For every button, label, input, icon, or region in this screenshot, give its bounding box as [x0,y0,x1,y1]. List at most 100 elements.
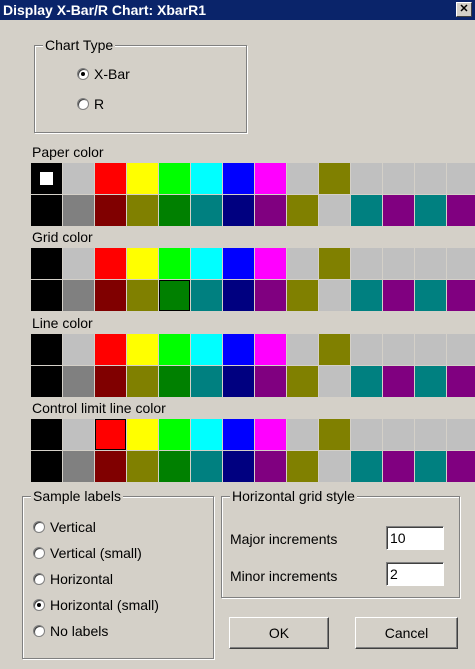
color-swatch[interactable] [63,163,94,194]
color-swatch[interactable] [447,280,475,311]
close-button[interactable]: ✕ [456,2,472,17]
color-swatch[interactable] [255,195,286,226]
color-swatch[interactable] [287,280,318,311]
color-swatch[interactable] [255,334,286,365]
color-swatch[interactable] [287,366,318,397]
color-swatch[interactable] [191,419,222,450]
color-swatch[interactable] [159,366,190,397]
color-swatch[interactable] [319,280,350,311]
color-swatch[interactable] [191,451,222,482]
color-swatch[interactable] [63,334,94,365]
color-swatch[interactable] [31,419,62,450]
color-swatch[interactable] [63,451,94,482]
color-swatch[interactable] [31,248,62,279]
color-swatch[interactable] [319,195,350,226]
radio-icon[interactable] [33,547,45,559]
color-swatch[interactable] [127,248,158,279]
color-swatch[interactable] [127,419,158,450]
color-swatch[interactable] [351,334,382,365]
color-swatch[interactable] [95,280,126,311]
color-swatch[interactable] [415,451,446,482]
color-swatch[interactable] [287,248,318,279]
color-swatch[interactable] [223,334,254,365]
color-swatch[interactable] [95,451,126,482]
color-swatch[interactable] [223,280,254,311]
color-swatch[interactable] [447,366,475,397]
color-swatch[interactable] [319,419,350,450]
color-swatch[interactable] [287,334,318,365]
color-swatch[interactable] [351,419,382,450]
color-swatch[interactable] [319,163,350,194]
sample-label-radio-horizontal[interactable]: Horizontal [33,570,113,588]
color-swatch[interactable] [31,163,62,194]
color-swatch[interactable] [383,195,414,226]
color-swatch[interactable] [127,334,158,365]
color-swatch[interactable] [383,334,414,365]
radio-icon[interactable] [77,98,89,110]
color-swatch[interactable] [159,451,190,482]
color-swatch[interactable] [31,366,62,397]
color-swatch[interactable] [191,195,222,226]
color-swatch[interactable] [255,366,286,397]
color-swatch[interactable] [415,163,446,194]
sample-label-radio-no-labels[interactable]: No labels [33,622,108,640]
color-swatch[interactable] [191,280,222,311]
color-swatch[interactable] [415,366,446,397]
color-swatch[interactable] [287,451,318,482]
color-swatch[interactable] [415,248,446,279]
color-swatch[interactable] [191,248,222,279]
color-swatch[interactable] [127,366,158,397]
color-swatch[interactable] [351,163,382,194]
color-swatch[interactable] [351,195,382,226]
color-swatch[interactable] [191,163,222,194]
sample-label-radio-horizontal-small[interactable]: Horizontal (small) [33,596,159,614]
color-swatch[interactable] [127,163,158,194]
color-swatch[interactable] [415,334,446,365]
color-swatch[interactable] [63,280,94,311]
color-swatch[interactable] [383,366,414,397]
color-swatch[interactable] [95,195,126,226]
color-swatch[interactable] [351,366,382,397]
color-swatch[interactable] [447,451,475,482]
color-swatch[interactable] [415,195,446,226]
color-swatch[interactable] [159,195,190,226]
ok-button[interactable]: OK [229,617,329,649]
color-swatch[interactable] [191,366,222,397]
minor-increments-input[interactable] [386,562,444,586]
color-swatch[interactable] [255,163,286,194]
color-swatch[interactable] [223,366,254,397]
color-swatch[interactable] [447,195,475,226]
color-swatch[interactable] [223,419,254,450]
color-swatch[interactable] [191,334,222,365]
color-swatch[interactable] [31,195,62,226]
color-swatch[interactable] [159,280,190,311]
color-swatch[interactable] [223,163,254,194]
color-swatch[interactable] [447,334,475,365]
color-swatch[interactable] [159,419,190,450]
cancel-button[interactable]: Cancel [355,617,458,649]
color-swatch[interactable] [415,280,446,311]
color-swatch[interactable] [319,248,350,279]
radio-icon[interactable] [33,521,45,533]
color-swatch[interactable] [319,334,350,365]
color-swatch[interactable] [223,451,254,482]
color-swatch[interactable] [223,248,254,279]
chart-type-radio-r[interactable]: R [77,95,104,113]
color-swatch[interactable] [255,280,286,311]
color-swatch[interactable] [63,248,94,279]
color-swatch[interactable] [447,163,475,194]
major-increments-input[interactable] [386,526,444,550]
color-swatch[interactable] [223,195,254,226]
color-swatch[interactable] [95,419,126,450]
sample-label-radio-vertical[interactable]: Vertical [33,518,96,536]
color-swatch[interactable] [287,419,318,450]
color-swatch[interactable] [255,451,286,482]
color-swatch[interactable] [63,195,94,226]
color-swatch[interactable] [255,419,286,450]
color-swatch[interactable] [383,280,414,311]
color-swatch[interactable] [255,248,286,279]
color-swatch[interactable] [31,334,62,365]
color-swatch[interactable] [159,163,190,194]
sample-label-radio-vertical-small[interactable]: Vertical (small) [33,544,142,562]
color-swatch[interactable] [127,195,158,226]
